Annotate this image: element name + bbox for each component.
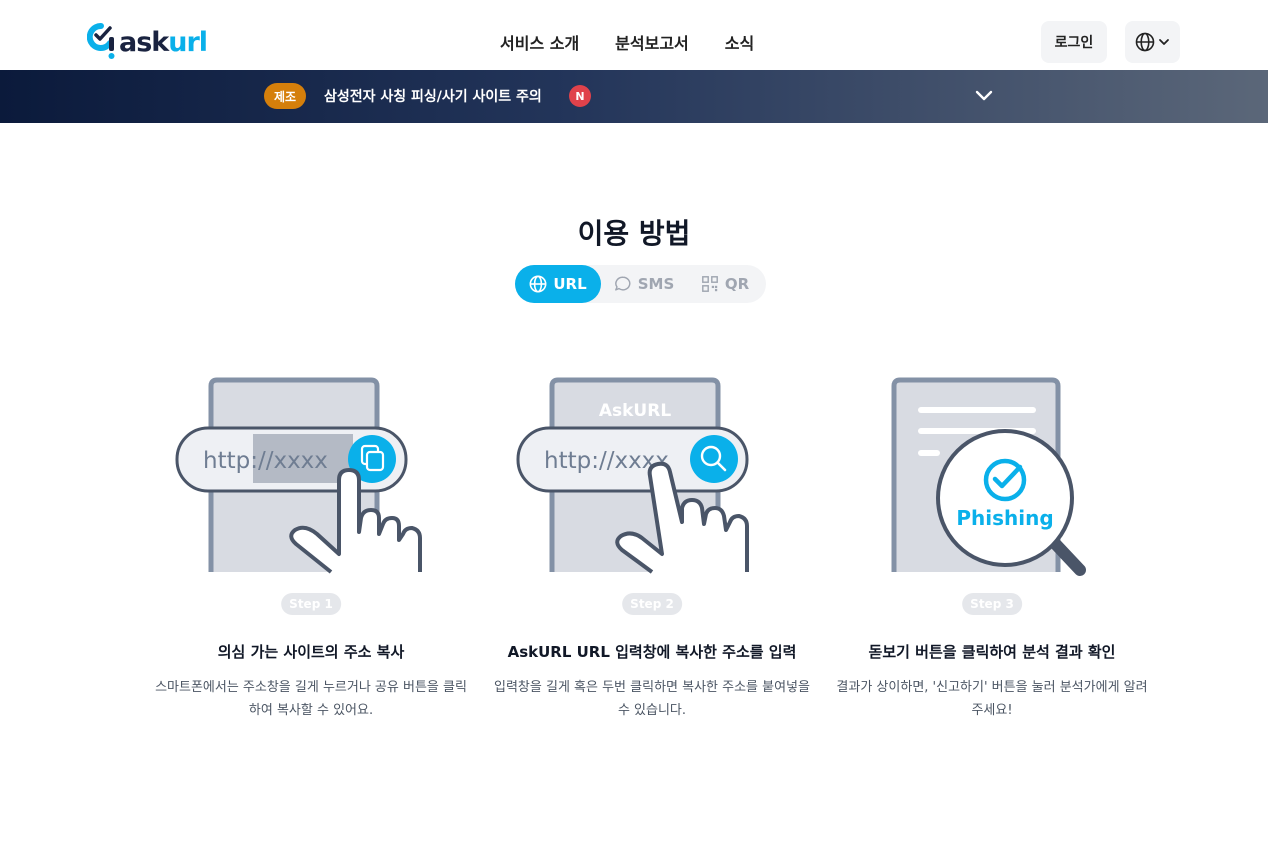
tab-qr-label: QR bbox=[724, 275, 750, 293]
tab-url[interactable]: URL bbox=[515, 265, 601, 303]
svg-text:http://xxxx: http://xxxx bbox=[203, 448, 328, 474]
globe-icon bbox=[1135, 32, 1154, 52]
globe-icon bbox=[529, 275, 547, 293]
step-card-3: Phishing Step 3 돋보기 버튼을 클릭하여 분석 결과 확인 결과… bbox=[822, 372, 1162, 718]
new-badge: N bbox=[569, 85, 591, 107]
step-badge: Step 3 bbox=[962, 593, 1022, 615]
chevron-down-icon bbox=[1158, 39, 1169, 45]
step-title: 의심 가는 사이트의 주소 복사 bbox=[217, 643, 405, 661]
nav-item-news[interactable]: 소식 bbox=[725, 30, 754, 54]
notice-banner[interactable]: 제조 삼성전자 사칭 피싱/사기 사이트 주의 N bbox=[0, 70, 1268, 123]
tab-qr[interactable]: QR bbox=[687, 265, 763, 303]
step-title: AskURL URL 입력창에 복사한 주소를 입력 bbox=[507, 643, 797, 661]
askurl-logo[interactable]: askurl bbox=[87, 22, 208, 62]
tab-sms[interactable]: SMS bbox=[601, 265, 687, 303]
step-badge: Step 1 bbox=[281, 593, 341, 615]
method-tabs: URL SMS QR bbox=[515, 265, 766, 303]
step-title: 돋보기 버튼을 클릭하여 분석 결과 확인 bbox=[868, 643, 1116, 661]
logo-text: askurl bbox=[119, 26, 208, 58]
banner-category-tag: 제조 bbox=[264, 83, 306, 109]
tab-url-label: URL bbox=[553, 275, 587, 293]
step-card-2: AskURL http://xxxx Step 2 AskURL URL 입력창… bbox=[482, 372, 822, 718]
nav-item-analysis-report[interactable]: 분석보고서 bbox=[615, 30, 689, 54]
svg-text:Phishing: Phishing bbox=[956, 506, 1053, 530]
step-description: 스마트폰에서는 주소창을 길게 누르거나 공유 버튼을 클릭하여 복사할 수 있… bbox=[155, 680, 467, 718]
step-description: 입력창을 길게 혹은 두번 클릭하면 복사한 주소를 붙여넣을 수 있습니다. bbox=[494, 680, 810, 718]
nav-item-service-intro[interactable]: 서비스 소개 bbox=[500, 30, 579, 54]
banner-notice-text[interactable]: 삼성전자 사칭 피싱/사기 사이트 주의 bbox=[324, 86, 542, 106]
logo-mark-icon bbox=[87, 23, 115, 59]
phishing-check-illustration: Phishing bbox=[891, 377, 1086, 576]
svg-text:AskURL: AskURL bbox=[599, 401, 671, 421]
step-description: 결과가 상이하면, '신고하기' 버튼을 눌러 분석가에게 알려주세요! bbox=[836, 680, 1148, 718]
language-selector-button[interactable] bbox=[1125, 21, 1180, 63]
main-nav: 서비스 소개 분석보고서 소식 bbox=[500, 30, 754, 54]
qr-code-icon bbox=[701, 276, 718, 292]
paste-url-illustration: AskURL http://xxxx bbox=[516, 377, 749, 574]
section-title: 이용 방법 bbox=[577, 217, 691, 250]
step-badge: Step 2 bbox=[622, 593, 682, 615]
copy-url-illustration: http://xxxx bbox=[175, 377, 422, 574]
login-button[interactable]: 로그인 bbox=[1041, 21, 1107, 63]
tab-sms-label: SMS bbox=[637, 275, 675, 293]
site-header: askurl 서비스 소개 분석보고서 소식 로그인 bbox=[0, 0, 1268, 70]
banner-expand-chevron-icon[interactable] bbox=[973, 86, 995, 106]
step-card-1: http://xxxx Step 1 의심 가는 사이트의 주소 복사 스마트폰… bbox=[141, 372, 481, 718]
chat-bubble-icon bbox=[614, 276, 631, 291]
